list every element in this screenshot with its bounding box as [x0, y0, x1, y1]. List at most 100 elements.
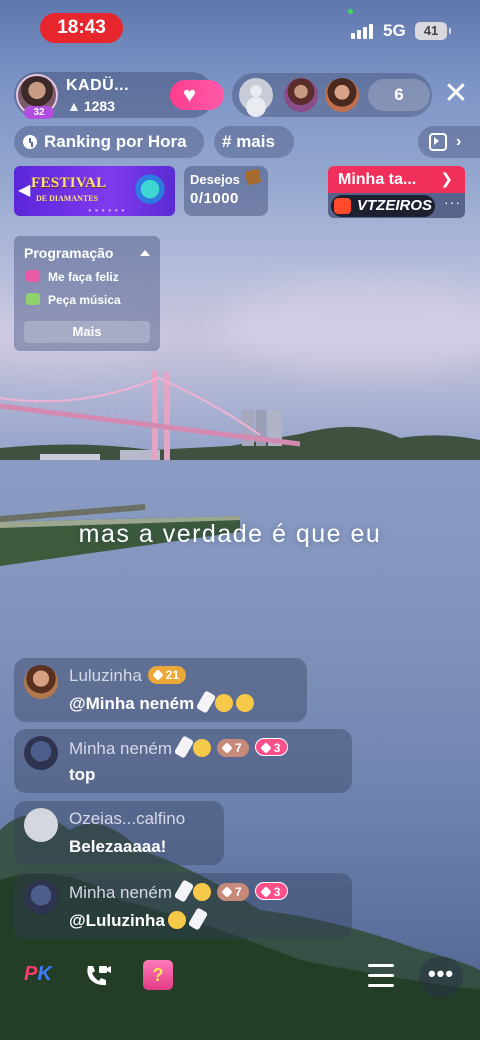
globe-icon — [132, 172, 172, 210]
signal-icon — [351, 23, 375, 39]
baby-bottle-icon — [196, 690, 217, 714]
host-info[interactable]: 32 KADÜ... ▲ 1283 ♥ — [14, 72, 224, 119]
top-viewers[interactable]: 6 — [232, 73, 432, 117]
host-likes-count: 1283 — [83, 98, 116, 114]
status-time: 18:43 — [40, 13, 123, 43]
chat-text: top — [69, 765, 96, 784]
wishes-label: Desejos — [190, 172, 240, 187]
baby-bottle-icon — [187, 907, 209, 931]
ranking-button[interactable]: Ranking por Hora — [14, 126, 204, 158]
my-task-button[interactable]: Minha ta... ❯ — [328, 166, 465, 193]
chat-username-text: Minha neném — [69, 739, 173, 758]
chat-text-content: @Luluzinha — [69, 911, 165, 930]
chat-username: Ozeias...calfino — [69, 809, 186, 828]
more-options-button[interactable]: ••• — [419, 957, 463, 997]
home-icon — [429, 133, 447, 151]
gift-box-icon — [26, 270, 40, 282]
my-task-label: Minha ta... — [338, 171, 417, 188]
pk-k: K — [37, 963, 52, 985]
chat-username: Luluzinha 21 — [69, 666, 187, 686]
chat-username-text: Luluzinha — [69, 666, 142, 685]
chat-username: Minha neném 7 3 — [69, 879, 289, 903]
level-badge: 7 — [217, 739, 249, 757]
song-lyric: mas a verdade é que eu — [78, 520, 382, 548]
privacy-indicator-dot — [348, 9, 353, 14]
viewer-avatar[interactable] — [325, 78, 359, 112]
programacao-title: Programação — [24, 245, 114, 261]
battery-icon: 41 — [415, 22, 451, 40]
clock-icon — [23, 135, 37, 149]
programacao-more-button[interactable]: Mais — [24, 321, 150, 343]
festival-banner[interactable]: ◀ FESTIVAL DE DIAMANTES ●●●●●● — [14, 166, 175, 216]
ranking-label: Ranking por Hora — [44, 132, 187, 151]
chat-username: Minha neném 7 3 — [69, 735, 289, 759]
hashtag-icon: # — [222, 132, 237, 151]
fan-badge: 3 — [254, 882, 289, 900]
viewer-avatar[interactable] — [239, 78, 273, 112]
hugging-face-icon — [193, 739, 212, 757]
music-icon — [26, 293, 40, 305]
user-avatar[interactable] — [24, 736, 58, 770]
wishes-widget[interactable]: Desejos 0/1000 — [184, 166, 268, 216]
chevron-right-icon: › — [456, 133, 462, 150]
vtzeiros-banner[interactable]: VTZEIROS ··· — [328, 193, 465, 218]
fan-badge: 3 — [254, 738, 289, 756]
wishes-value: 0/1000 — [190, 190, 239, 207]
follow-button[interactable]: ♥ — [170, 80, 224, 110]
kwai-icon — [334, 198, 351, 214]
chat-username-text: Minha neném — [69, 883, 173, 902]
programacao-item-label: Peça música — [48, 293, 121, 307]
viewer-count[interactable]: 6 — [368, 79, 430, 111]
mais-label: mais — [236, 132, 275, 151]
more-dots: ··· — [444, 194, 461, 210]
level-badge: 7 — [217, 883, 249, 901]
network-type: 5G — [383, 21, 406, 40]
room-home-button[interactable]: › — [418, 126, 480, 158]
video-call-icon[interactable] — [84, 963, 112, 989]
vtzeiros-text: VTZEIROS — [357, 197, 433, 214]
chat-text: @Luluzinha — [69, 907, 209, 931]
festival-title: FESTIVAL — [31, 175, 107, 191]
gift-box-button[interactable]: ? — [143, 960, 173, 990]
carousel-dots: ●●●●●● — [88, 208, 128, 214]
caret-up-icon[interactable] — [140, 250, 150, 256]
baby-bottle-icon — [173, 735, 195, 759]
book-icon — [244, 168, 262, 186]
baby-bottle-icon — [173, 879, 195, 903]
level-badge: 21 — [147, 666, 187, 684]
pk-p: P — [24, 963, 38, 985]
hugging-face-icon — [167, 911, 186, 929]
programacao-item[interactable]: Peça música — [26, 293, 121, 307]
chat-message[interactable]: Minha neném 7 3 @Luluzinha — [14, 873, 352, 939]
programacao-item-label: Me faça feliz — [48, 270, 119, 284]
chat-text-content: @Minha neném — [69, 694, 195, 713]
programacao-panel: Programação Me faça feliz Peça música Ma… — [14, 236, 160, 351]
user-avatar[interactable] — [24, 665, 58, 699]
chat-message[interactable]: Minha neném 7 3 top — [14, 729, 352, 793]
host-likes: ▲ 1283 — [67, 98, 115, 114]
user-avatar[interactable] — [24, 808, 58, 842]
chat-message[interactable]: Ozeias...calfino Belezaaaaa! — [14, 801, 224, 865]
viewer-avatar[interactable] — [284, 78, 318, 112]
hugging-face-icon — [215, 694, 234, 712]
thinking-face-icon — [236, 694, 255, 712]
menu-icon[interactable] — [368, 964, 394, 988]
bridge — [0, 370, 300, 460]
user-avatar[interactable] — [24, 880, 58, 914]
chevron-left-icon: ◀ — [18, 182, 31, 199]
hashtag-mais-button[interactable]: # mais — [214, 126, 294, 158]
chat-text: @Minha neném — [69, 690, 255, 714]
heart-icon: ♥ — [183, 82, 197, 107]
festival-subtitle: DE DIAMANTES — [36, 194, 99, 203]
chevron-right-icon: ❯ — [440, 171, 453, 188]
vtzeiros-logo: VTZEIROS — [331, 195, 435, 217]
host-name: KADÜ... — [66, 77, 130, 94]
chat-text: Belezaaaaa! — [69, 837, 167, 856]
programacao-item[interactable]: Me faça feliz — [26, 270, 119, 284]
chat-message[interactable]: Luluzinha 21 @Minha neném — [14, 658, 307, 722]
close-icon[interactable]: ✕ — [442, 79, 470, 109]
flame-icon: ▲ — [67, 98, 81, 114]
host-level-badge: 32 — [24, 106, 54, 119]
pk-battle-button[interactable]: PK — [24, 963, 52, 986]
hugging-face-icon — [193, 883, 212, 901]
